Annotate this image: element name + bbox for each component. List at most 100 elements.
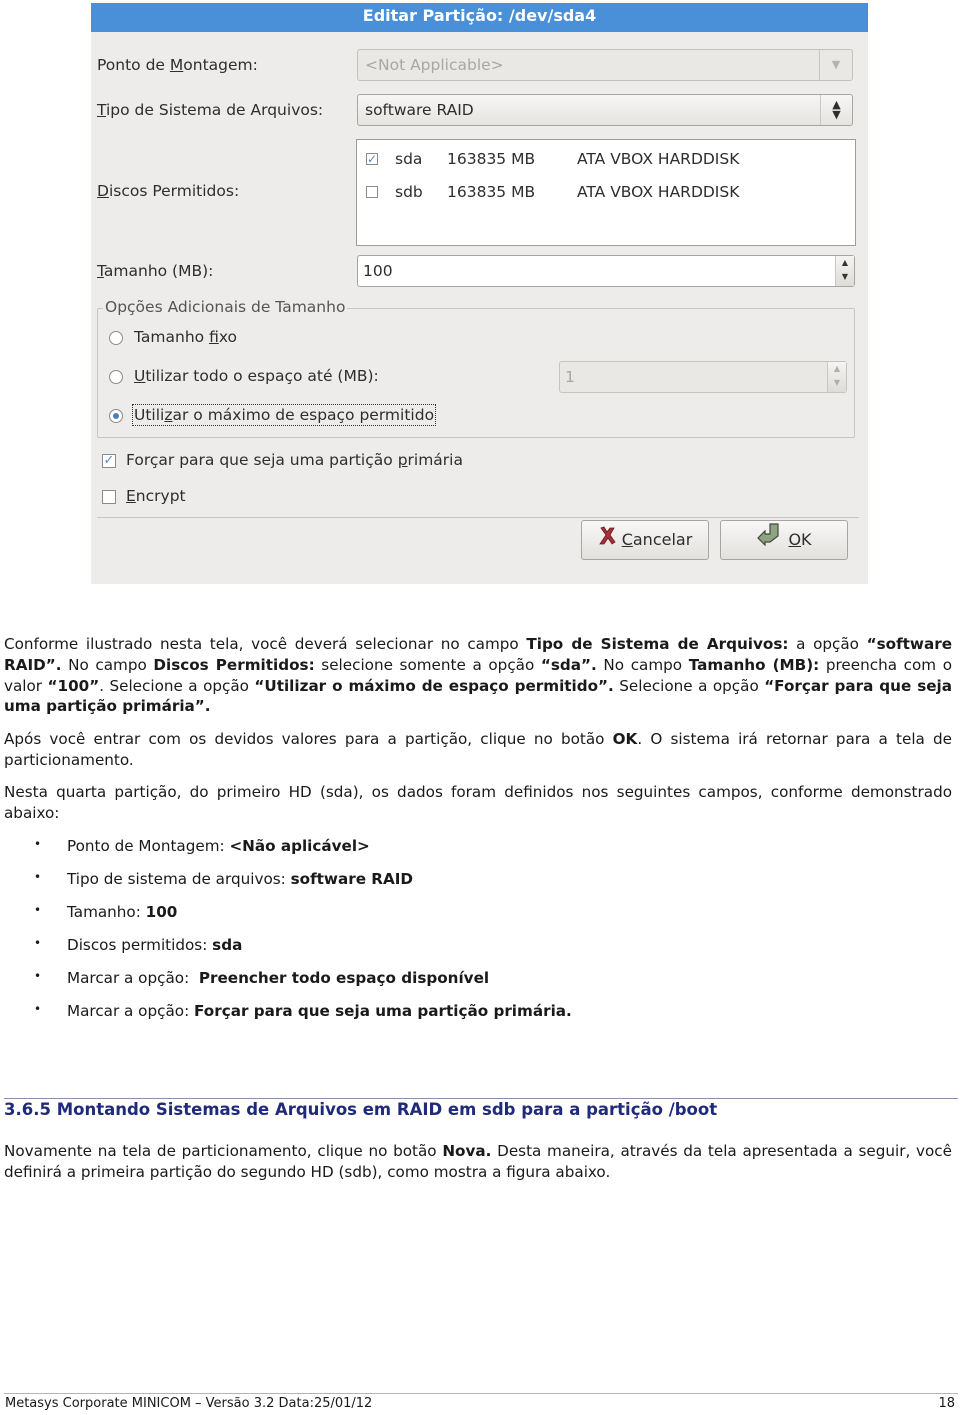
bold-run: “100” — [47, 676, 100, 695]
fs-type-label: Tipo de Sistema de Arquivos: — [97, 101, 323, 119]
label-text: ncrypt — [135, 487, 186, 505]
mnemonic: T — [97, 101, 106, 119]
bullet-label: Marcar a opção: — [67, 1002, 195, 1020]
bullet-icon: • — [34, 903, 42, 917]
label-text: rimária — [407, 451, 463, 469]
mnemonic: M — [169, 56, 184, 74]
radio-fixed-size[interactable] — [109, 331, 123, 345]
paragraph-next-step: Novamente na tela de particionamento, cl… — [4, 1141, 952, 1183]
spin-down-icon[interactable]: ▼ — [842, 272, 848, 281]
fill-up-to-label[interactable]: Utilizar todo o espaço até (MB): — [134, 367, 379, 385]
label-text: amanho (MB): — [103, 262, 214, 280]
fill-up-to-value: 1 — [565, 368, 575, 386]
page-number: 18 — [938, 1396, 955, 1411]
text-run: . Selecione a opção — [99, 676, 255, 695]
label-text: Tamanho — [134, 328, 210, 346]
bullet-value: sda — [212, 936, 243, 954]
label-text: ixo — [218, 328, 238, 346]
bullet-value: software RAID — [290, 870, 413, 888]
edit-partition-dialog: Editar Partição: /dev/sda4 Ponto de Mont… — [91, 3, 868, 584]
disk-checkbox-sdb[interactable] — [366, 186, 378, 198]
text-run: Novamente na tela de particionamento, cl… — [4, 1142, 443, 1160]
text-run: a opção — [788, 635, 867, 653]
spin-buttons[interactable]: ▲ ▼ — [827, 362, 846, 392]
encrypt-checkbox[interactable] — [102, 490, 116, 504]
bullet-value: 100 — [145, 903, 178, 921]
mount-point-value: <Not Applicable> — [365, 56, 504, 74]
text-run: Selecione a opção — [613, 676, 765, 695]
bullet-text: Marcar a opção: Preencher todo espaço di… — [67, 969, 489, 987]
disk-name: sda — [395, 150, 423, 168]
section-heading: 3.6.5 Montando Sistemas de Arquivos em R… — [4, 1100, 718, 1119]
mnemonic: U — [134, 367, 146, 385]
fill-up-to-spinbox[interactable]: 1 ▲ ▼ — [559, 361, 847, 393]
mnemonic: p — [397, 451, 408, 469]
bullet-value: Preencher todo espaço disponível — [198, 969, 490, 987]
updown-arrow-icon: ▲ ▼ — [820, 95, 852, 125]
fs-type-combo[interactable]: software RAID ▲ ▼ — [357, 94, 853, 126]
radio-fill-up-to[interactable] — [109, 370, 123, 384]
force-primary-label[interactable]: Forçar para que seja uma partição primár… — [126, 451, 463, 469]
cancel-button[interactable]: Cancelar — [581, 520, 709, 560]
mount-point-combo[interactable]: <Not Applicable> ▼ — [357, 49, 853, 81]
spin-buttons[interactable]: ▲ ▼ — [835, 256, 854, 286]
paragraph-instructions: Conforme ilustrado nesta tela, você deve… — [4, 634, 952, 717]
text-run: Nesta quarta partição, do primeiro HD (s… — [4, 783, 952, 822]
allowed-disks-label: Discos Permitidos: — [97, 182, 239, 200]
fill-maximum-label[interactable]: Utilizar o máximo de espaço permitido — [131, 404, 437, 426]
label-text: ar o máximo de espaço permitido — [172, 406, 435, 424]
bullet-icon: • — [34, 837, 42, 851]
dialog-title: Editar Partição: /dev/sda4 — [91, 3, 868, 32]
label-text: Ponto de — [97, 56, 170, 74]
ok-button[interactable]: OK — [720, 520, 848, 560]
spin-up-icon[interactable]: ▲ — [834, 364, 840, 373]
bold-run: “sda”. — [540, 655, 597, 674]
label-text: iscos Permitidos: — [108, 182, 240, 200]
disk-model: ATA VBOX HARDDISK — [577, 183, 740, 201]
bold-run: Nova. — [442, 1142, 492, 1160]
bullet-text: Tipo de sistema de arquivos: software RA… — [67, 870, 413, 888]
radio-fill-maximum[interactable] — [109, 409, 123, 423]
label-text: Utili — [134, 406, 165, 424]
label-text: tilizar todo o espaço até (MB): — [145, 367, 379, 385]
bullet-label: Ponto de Montagem: — [67, 837, 230, 855]
bullet-label: Marcar a opção: — [67, 969, 199, 987]
section-divider — [4, 1098, 958, 1099]
bullet-text: Marcar a opção: Forçar para que seja uma… — [67, 1002, 572, 1020]
label-text: ipo de Sistema de Arquivos: — [106, 101, 324, 119]
fs-type-value: software RAID — [365, 101, 474, 119]
mnemonic: E — [126, 487, 136, 505]
bullet-text: Discos permitidos: sda — [67, 936, 242, 954]
text-run: No campo — [596, 655, 689, 674]
size-options-legend: Opções Adicionais de Tamanho — [103, 298, 348, 316]
size-value: 100 — [363, 262, 393, 280]
button-label: ancelar — [632, 530, 693, 549]
bullet-icon: • — [34, 969, 42, 983]
bullet-text: Tamanho: 100 — [67, 903, 177, 921]
size-spinbox[interactable]: 100 ▲ ▼ — [357, 255, 855, 287]
footer-divider — [4, 1393, 958, 1394]
mnemonic: C — [621, 530, 633, 549]
text-run: Conforme ilustrado nesta tela, você deve… — [4, 635, 527, 653]
mnemonic: O — [788, 530, 802, 549]
allowed-disks-list[interactable]: ✓ sda 163835 MB ATA VBOX HARDDISK sdb 16… — [356, 139, 856, 246]
dropdown-arrow-icon: ▼ — [819, 50, 852, 80]
encrypt-label[interactable]: Encrypt — [126, 487, 186, 505]
bold-run: Tipo de Sistema de Arquivos: — [526, 635, 789, 653]
bullet-label: Tamanho: — [67, 903, 146, 921]
bullet-icon: • — [34, 870, 42, 884]
force-primary-checkbox[interactable]: ✓ — [102, 454, 116, 468]
text-run: No campo — [61, 655, 154, 674]
label-text: ontagem: — [183, 56, 258, 74]
spin-down-icon[interactable]: ▼ — [834, 378, 840, 387]
bullet-label: Tipo de sistema de arquivos: — [67, 870, 291, 888]
bold-run: Discos Permitidos: — [153, 655, 315, 674]
bullet-icon: • — [34, 1002, 42, 1016]
fixed-size-label[interactable]: Tamanho fixo — [134, 328, 237, 346]
disk-checkbox-sda[interactable]: ✓ — [366, 153, 378, 165]
bold-run: OK — [612, 730, 638, 748]
button-label: K — [801, 530, 812, 549]
disk-size: 163835 MB — [447, 150, 536, 168]
spin-up-icon[interactable]: ▲ — [842, 258, 848, 267]
ok-arrow-icon — [756, 522, 782, 560]
